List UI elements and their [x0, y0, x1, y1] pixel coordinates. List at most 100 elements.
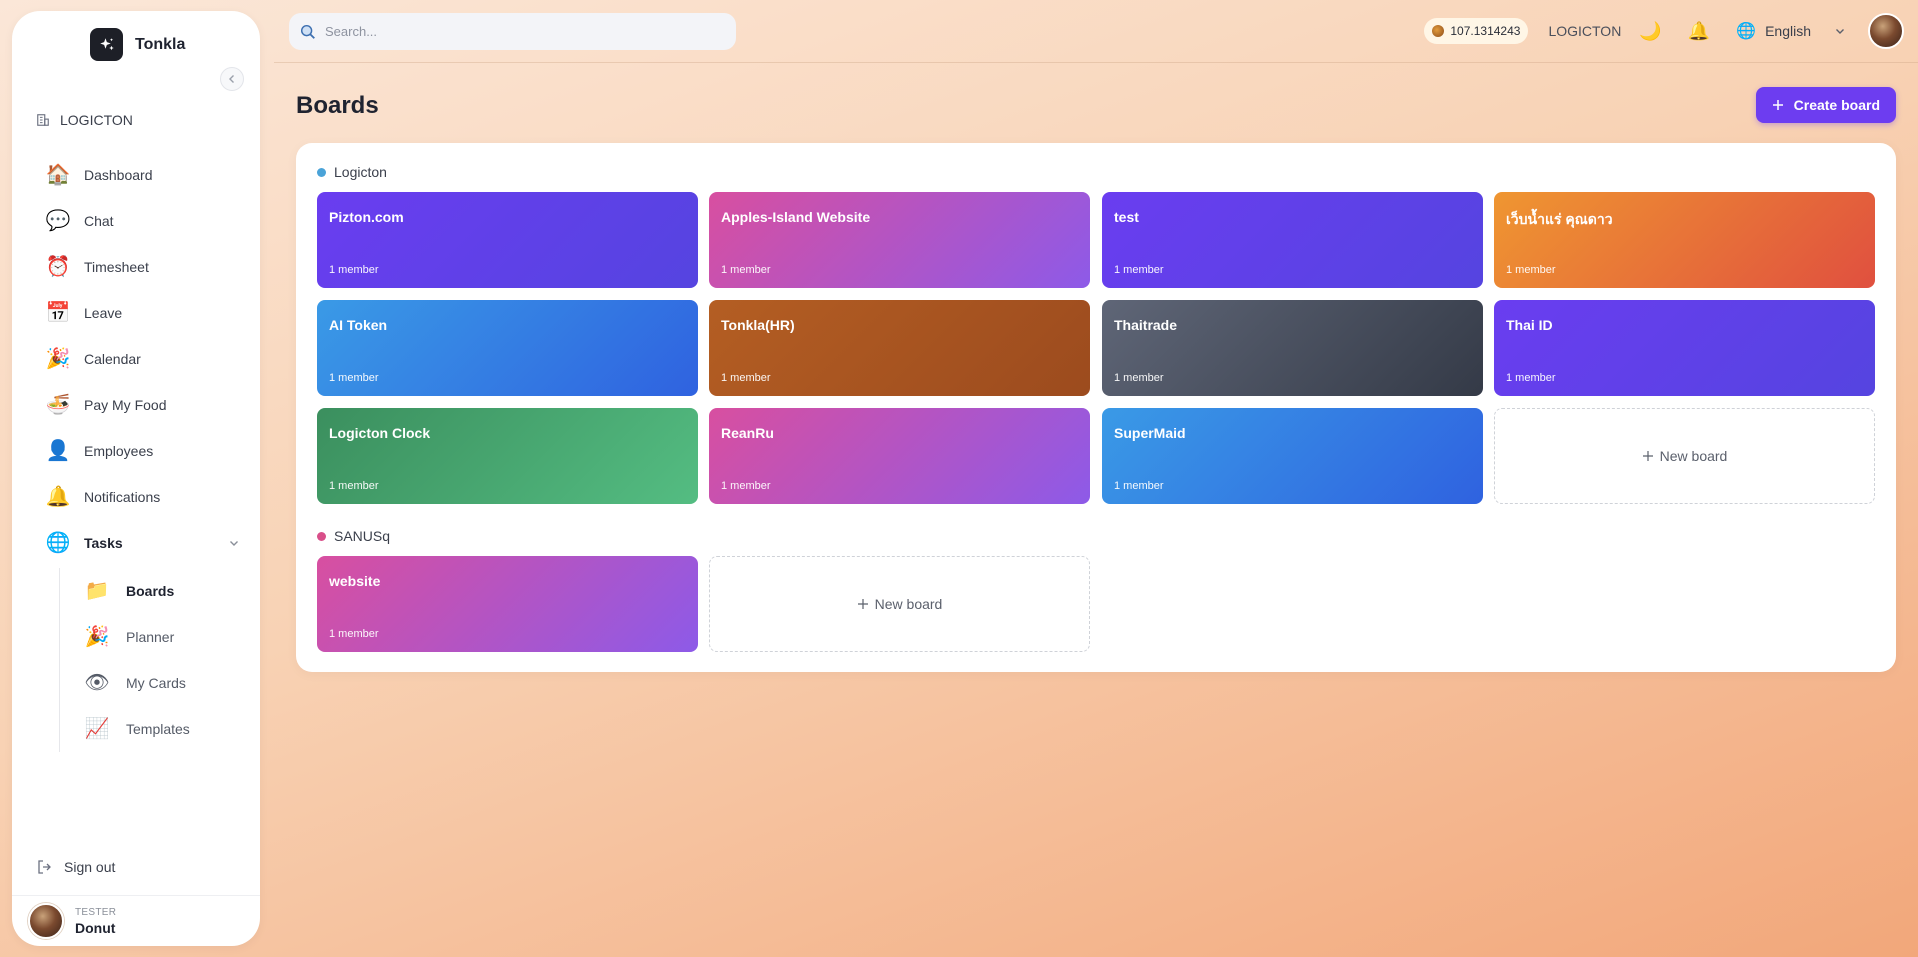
- search-icon: [300, 24, 315, 39]
- topbar-actions: 107.1314243 LOGICTON 🌙 🔔 🌐 English: [1424, 12, 1904, 50]
- new-board-label: New board: [1659, 448, 1728, 464]
- sidebar-item-leave[interactable]: 📅 Leave: [34, 290, 252, 336]
- sign-out-label: Sign out: [64, 859, 116, 875]
- sidebar-item-label: Dashboard: [84, 167, 153, 183]
- plus-icon: [1642, 451, 1653, 461]
- sidebar-item-label: Pay My Food: [84, 397, 167, 413]
- search-input[interactable]: [325, 24, 705, 39]
- building-icon: [37, 114, 49, 126]
- board-card[interactable]: Apples-Island Website 1 member: [709, 192, 1090, 288]
- house-icon: 🏠: [45, 164, 71, 186]
- globe-icon: 🌐: [45, 532, 71, 554]
- user-role: TESTER: [75, 906, 117, 918]
- chevron-down-icon: [1836, 29, 1844, 34]
- sidebar-item-label: Templates: [126, 721, 190, 737]
- board-card[interactable]: AI Token 1 member: [317, 300, 698, 396]
- user-profile[interactable]: TESTER Donut: [12, 895, 260, 946]
- board-name: เว็บน้ำแร่ คุณดาว: [1506, 211, 1613, 227]
- board-members: 1 member: [1506, 372, 1556, 384]
- sparkle-logo-icon: [90, 28, 123, 61]
- new-board-button[interactable]: New board: [1494, 408, 1875, 504]
- calendar-grid-icon: 📅: [45, 302, 71, 324]
- sidebar-item-my-cards[interactable]: 👁 My Cards: [84, 660, 249, 706]
- create-board-button[interactable]: Create board: [1755, 87, 1896, 123]
- boards-panel: Logicton Pizton.com 1 member Apples-Isla…: [296, 143, 1896, 672]
- sidebar-item-notifications[interactable]: 🔔 Notifications: [34, 474, 252, 520]
- tasks-subnav: 📁 Boards 🎉 Planner 👁 My Cards 📈 Templates: [59, 568, 249, 752]
- sidebar-item-label: Planner: [126, 629, 175, 645]
- party-popper-icon: 🎉: [45, 348, 71, 370]
- avatar[interactable]: [1868, 13, 1904, 49]
- sidebar-item-boards[interactable]: 📁 Boards: [84, 568, 249, 614]
- sidebar-item-templates[interactable]: 📈 Templates: [84, 706, 249, 752]
- noodle-bowl-icon: 🍜: [45, 394, 71, 416]
- board-members: 1 member: [721, 372, 771, 384]
- sidebar-item-planner[interactable]: 🎉 Planner: [84, 614, 249, 660]
- collapse-sidebar-button[interactable]: [220, 67, 244, 91]
- organization-selector[interactable]: LOGICTON: [36, 112, 133, 128]
- sidebar-item-dashboard[interactable]: 🏠 Dashboard: [34, 152, 252, 198]
- organization-name: LOGICTON: [60, 112, 133, 128]
- chevron-left-icon: [229, 75, 234, 83]
- board-name: Apples-Island Website: [721, 209, 871, 225]
- token-balance-badge[interactable]: 107.1314243: [1424, 18, 1529, 44]
- group-name: Logicton: [334, 164, 387, 180]
- board-name: ReanRu: [721, 425, 774, 441]
- alarm-clock-icon: ⏰: [45, 256, 71, 278]
- board-card[interactable]: test 1 member: [1102, 192, 1483, 288]
- token-balance: 107.1314243: [1450, 24, 1521, 38]
- sidebar-item-calendar[interactable]: 🎉 Calendar: [34, 336, 252, 382]
- board-card[interactable]: Thai ID 1 member: [1494, 300, 1875, 396]
- sign-out-icon: [38, 860, 51, 874]
- board-name: website: [329, 573, 381, 589]
- board-members: 1 member: [329, 628, 379, 640]
- brand[interactable]: Tonkla: [90, 28, 185, 61]
- sidebar-item-chat[interactable]: 💬 Chat: [34, 198, 252, 244]
- company-name[interactable]: LOGICTON: [1548, 23, 1621, 39]
- party-popper-icon: 🎉: [84, 626, 110, 648]
- sidebar-item-label: Timesheet: [84, 259, 149, 275]
- sign-out-button[interactable]: Sign out: [36, 859, 115, 875]
- board-card[interactable]: เว็บน้ำแร่ คุณดาว 1 member: [1494, 192, 1875, 288]
- plus-icon: [857, 599, 868, 609]
- board-members: 1 member: [1114, 372, 1164, 384]
- board-members: 1 member: [329, 372, 379, 384]
- sidebar-item-label: Employees: [84, 443, 154, 459]
- person-icon: 👤: [45, 440, 71, 462]
- language-selector[interactable]: 🌐 English: [1736, 21, 1846, 41]
- sidebar-item-label: Leave: [84, 305, 123, 321]
- bell-icon[interactable]: 🔔: [1688, 22, 1710, 40]
- globe-icon: 🌐: [1736, 23, 1757, 40]
- board-card[interactable]: website 1 member: [317, 556, 698, 652]
- sidebar-item-pay-my-food[interactable]: 🍜 Pay My Food: [34, 382, 252, 428]
- board-name: Pizton.com: [329, 209, 404, 225]
- board-card[interactable]: SuperMaid 1 member: [1102, 408, 1483, 504]
- sidebar-item-label: Notifications: [84, 489, 161, 505]
- sidebar-item-employees[interactable]: 👤 Employees: [34, 428, 252, 474]
- chevron-down-icon: [230, 541, 238, 546]
- sidebar-item-timesheet[interactable]: ⏰ Timesheet: [34, 244, 252, 290]
- board-name: AI Token: [329, 317, 388, 333]
- board-members: 1 member: [1114, 264, 1164, 276]
- board-card[interactable]: Pizton.com 1 member: [317, 192, 698, 288]
- sidebar-item-tasks[interactable]: 🌐 Tasks: [34, 520, 252, 566]
- board-members: 1 member: [721, 480, 771, 492]
- sidebar: Tonkla LOGICTON 🏠 Dashboard 💬 Chat ⏰ Timesh…: [12, 11, 260, 946]
- moon-icon[interactable]: 🌙: [1639, 22, 1661, 40]
- folder-icon: 📁: [84, 580, 110, 602]
- user-name: Donut: [75, 919, 116, 936]
- create-board-label: Create board: [1793, 97, 1880, 113]
- board-card[interactable]: Thaitrade 1 member: [1102, 300, 1483, 396]
- new-board-button[interactable]: New board: [709, 556, 1090, 652]
- board-members: 1 member: [329, 480, 379, 492]
- group-color-dot: [317, 531, 326, 541]
- board-name: SuperMaid: [1114, 425, 1186, 441]
- eye-icon: 👁: [84, 672, 110, 694]
- search-bar: [289, 13, 736, 50]
- sidebar-item-label: Tasks: [84, 535, 123, 551]
- sidebar-item-label: Boards: [126, 583, 175, 599]
- new-board-label: New board: [874, 596, 943, 612]
- board-card[interactable]: Logicton Clock 1 member: [317, 408, 698, 504]
- board-card[interactable]: ReanRu 1 member: [709, 408, 1090, 504]
- board-card[interactable]: Tonkla(HR) 1 member: [709, 300, 1090, 396]
